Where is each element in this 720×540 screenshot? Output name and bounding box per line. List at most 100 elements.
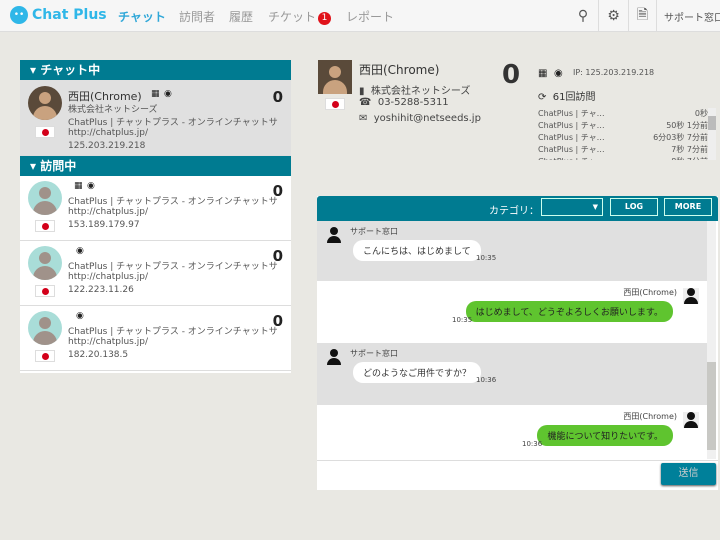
japan-flag-icon <box>35 350 55 362</box>
ticket-badge: 1 <box>318 12 332 25</box>
nav-history[interactable]: 履歴 <box>229 8 253 25</box>
visiting-title: 訪問中 <box>40 159 77 173</box>
nav-ticket[interactable]: チケット 1 <box>268 8 332 25</box>
search-icon[interactable]: ⚲ <box>568 0 598 32</box>
detail-name: 西田(Chrome) <box>359 63 440 77</box>
avatar <box>28 181 62 215</box>
visitor-count: 0 <box>272 247 283 265</box>
nav-chat[interactable]: チャット <box>118 8 166 25</box>
nav-visitors[interactable]: 訪問者 <box>179 8 215 25</box>
history-item[interactable]: ChatPlus | チャ… 50秒 1分前 <box>538 120 708 132</box>
chatting-title: チャット中 <box>40 63 101 77</box>
history-time: 7秒 7分前 <box>671 145 708 154</box>
message-bubble: 機能について知りたいです。 <box>537 425 673 446</box>
sender-name: 西田(Chrome) <box>623 412 677 421</box>
mail-icon: ✉ <box>359 113 368 124</box>
history-scroll-thumb[interactable] <box>708 116 716 130</box>
message-list: サポート窓口 こんにちは、はじめまして 10:35 西田(Chrome) はじめ… <box>317 221 707 459</box>
visitor-ip: 153.189.179.97 <box>68 220 140 230</box>
message-operator: サポート窓口 こんにちは、はじめまして 10:35 <box>317 221 707 283</box>
chat-panel: カテゴリ： ▼ LOG MORE サポート窓口 こんにちは、はじめまして 10:… <box>317 196 718 490</box>
divider <box>317 460 718 461</box>
category-select[interactable]: ▼ <box>541 198 603 216</box>
send-button[interactable]: 送信 <box>661 463 716 485</box>
history-time: 8秒 7分前 <box>671 156 708 160</box>
visitor-row[interactable]: ◉ ChatPlus | チャットプラス - オンラインチャットサポ… http… <box>20 306 291 371</box>
detail-avatar <box>318 60 352 94</box>
phone-icon: ☎ <box>359 97 372 108</box>
refresh-icon: ⟳ <box>538 92 547 103</box>
visitor-count: 0 <box>272 88 283 106</box>
history-page: ChatPlus | チャ… <box>538 145 605 154</box>
history-item[interactable]: ChatPlus | チャ… 8秒 7分前 <box>538 156 708 160</box>
document-icon[interactable]: 🗎 <box>628 0 656 32</box>
history-scrollbar[interactable] <box>708 108 716 160</box>
more-button[interactable]: MORE <box>664 198 712 216</box>
chat-scrollbar[interactable] <box>707 221 716 459</box>
chatting-section-header[interactable]: ▾ チャット中 <box>20 60 291 80</box>
detail-phone: 03-5288-5311 <box>377 97 449 108</box>
message-time: 10:35 <box>452 316 473 324</box>
visitor-url[interactable]: http://chatplus.jp/ <box>68 337 148 347</box>
gear-icon[interactable]: ⚙ <box>598 0 628 32</box>
visitor-url[interactable]: http://chatplus.jp/ <box>68 272 148 282</box>
detail-company: 株式会社ネットシーズ <box>370 86 471 97</box>
sender-name: 西田(Chrome) <box>623 288 677 297</box>
japan-flag-icon <box>35 220 55 232</box>
windows-icon: ▦ <box>74 181 83 191</box>
visitor-ip: 125.203.219.218 <box>68 141 146 151</box>
message-bubble: こんにちは、はじめまして <box>353 240 481 261</box>
chatting-row[interactable]: 西田(Chrome) ▦ ◉ 株式会社ネットシーズ ChatPlus | チャッ… <box>20 80 291 156</box>
visit-count: 61回訪問 <box>552 92 596 103</box>
visitor-list-panel: ▾ チャット中 西田(Chrome) ▦ ◉ 株式会社ネットシーズ ChatPl… <box>20 60 291 373</box>
chrome-icon: ◉ <box>164 89 172 99</box>
visitor-url[interactable]: http://chatplus.jp/ <box>68 207 148 217</box>
visitor-row[interactable]: ◉ ChatPlus | チャットプラス - オンラインチャットサポ… http… <box>20 241 291 306</box>
history-time: 6分03秒 7分前 <box>653 133 708 142</box>
avatar <box>28 311 62 345</box>
windows-icon: ▦ <box>151 89 160 99</box>
person-icon <box>683 412 699 428</box>
history-page: ChatPlus | チャ… <box>538 109 605 118</box>
visitor-row[interactable]: ▦ ◉ ChatPlus | チャットプラス - オンラインチャットサポ… htt… <box>20 176 291 241</box>
history-time: 0秒 <box>694 109 708 118</box>
person-icon <box>683 288 699 304</box>
chat-scroll-thumb[interactable] <box>707 362 716 450</box>
message-visitor: 西田(Chrome) はじめまして、どうぞよろしくお願いします。 10:35 <box>317 281 707 343</box>
message-time: 10:36 <box>476 376 497 384</box>
visitor-url[interactable]: http://chatplus.jp/ <box>68 128 148 138</box>
history-item[interactable]: ChatPlus | チャ… 6分03秒 7分前 <box>538 132 708 144</box>
japan-flag-icon <box>325 98 345 110</box>
category-label: カテゴリ： <box>489 206 539 217</box>
history-item[interactable]: ChatPlus | チャ… 7秒 7分前 <box>538 144 708 156</box>
visitor-list: ▦ ◉ ChatPlus | チャットプラス - オンラインチャットサポ… htt… <box>20 176 291 371</box>
chrome-icon: ◉ <box>76 246 84 256</box>
history-item[interactable]: ChatPlus | チャ… 0秒 <box>538 108 708 120</box>
windows-icon: ▦ <box>538 68 548 79</box>
user-menu[interactable]: サポート窓口 <box>656 0 720 32</box>
nav-report[interactable]: レポート <box>346 8 394 25</box>
chrome-icon: ◉ <box>87 181 95 191</box>
logo[interactable]: •• Chat Plus <box>10 6 107 24</box>
building-icon: ▮ <box>359 86 365 97</box>
chat-logo-icon: •• <box>10 6 28 24</box>
visitor-page: ChatPlus | チャットプラス - オンラインチャットサポ… <box>68 262 278 272</box>
avatar <box>28 86 62 120</box>
avatar <box>28 246 62 280</box>
person-icon <box>326 227 342 243</box>
nav-ticket-label: チケット <box>268 10 317 24</box>
log-button[interactable]: LOG <box>610 198 658 216</box>
message-time: 10:36 <box>522 440 543 448</box>
detail-photo <box>318 60 352 94</box>
visitor-company: 株式会社ネットシーズ <box>68 105 158 115</box>
visitor-count: 0 <box>272 312 283 330</box>
message-visitor: 西田(Chrome) 機能について知りたいです。 10:36 <box>317 405 707 459</box>
japan-flag-icon <box>35 126 55 138</box>
detail-email[interactable]: yoshihit@netseeds.jp <box>374 113 481 124</box>
chrome-icon: ◉ <box>554 68 563 79</box>
message-bubble: どのようなご用件ですか？ <box>353 362 482 383</box>
message-operator: サポート窓口 どのようなご用件ですか？ 10:36 <box>317 343 707 405</box>
history-page: ChatPlus | チャ… <box>538 121 605 130</box>
page-history-list: ChatPlus | チャ… 0秒 ChatPlus | チャ… 50秒 1分前 Cha… <box>538 108 708 160</box>
visiting-section-header[interactable]: ▾ 訪問中 <box>20 156 291 176</box>
